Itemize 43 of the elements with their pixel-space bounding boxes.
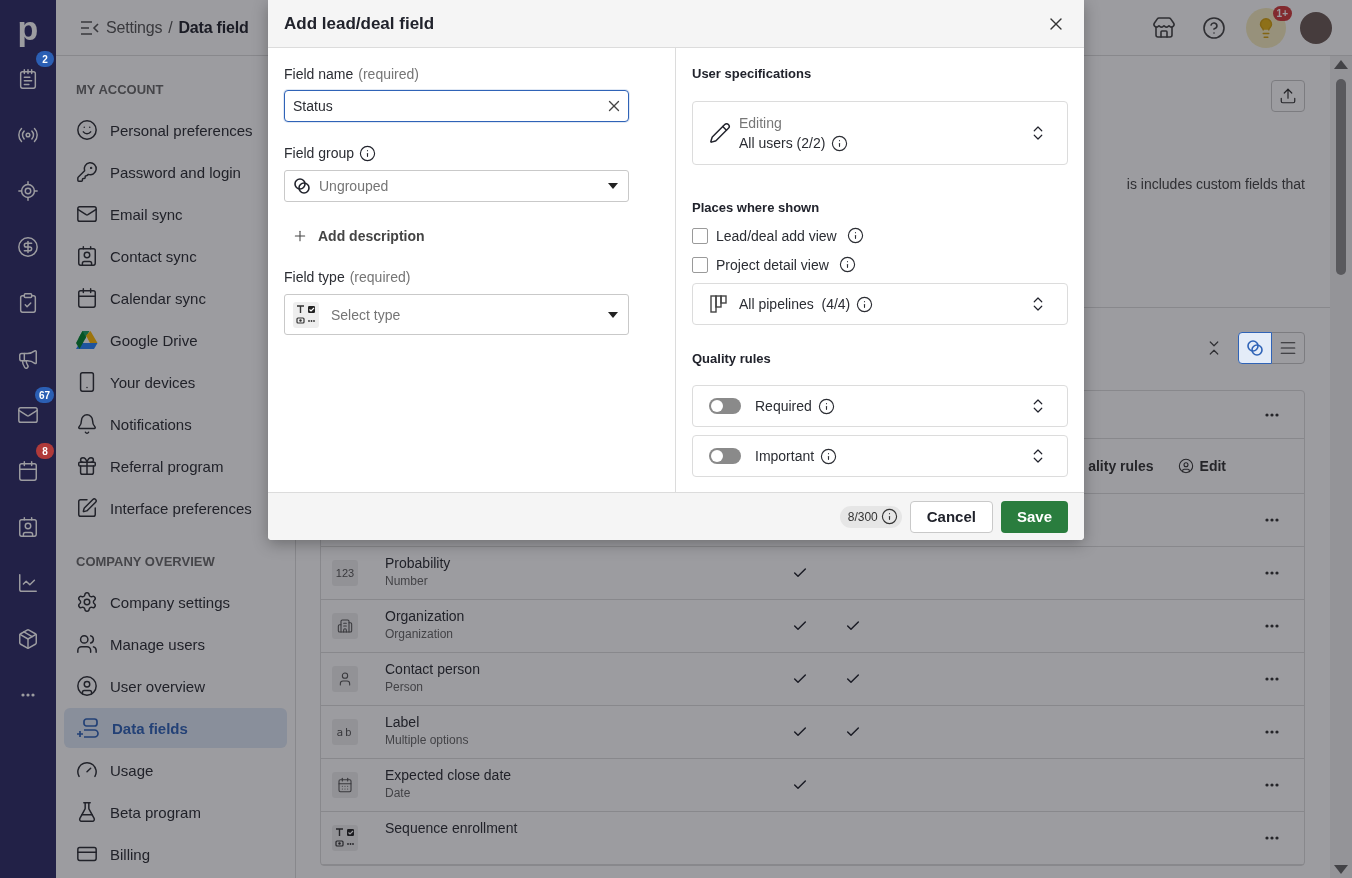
breadcrumb-text: / [168, 18, 173, 37]
column-header: Edit [1177, 458, 1226, 474]
description-text: is includes custom fields that [1126, 175, 1305, 194]
select-placeholder: Select type [331, 306, 402, 323]
field-name: Sequence enrollment [385, 820, 519, 836]
field-name: Probability [385, 555, 452, 571]
dialog-title: Add lead/deal field [284, 13, 435, 34]
required-hint: (required) [349, 269, 411, 285]
checkbox-label: Lead/deal add view [716, 227, 837, 244]
section-heading: User specifications [692, 65, 813, 83]
field-label: Field name [284, 66, 354, 82]
rule-label: Required [755, 398, 812, 414]
counter-text: 8/300 [847, 509, 878, 524]
field-type: Person [385, 680, 425, 694]
field-type: Date [385, 786, 412, 800]
count-badge: 2 [36, 51, 54, 67]
field-type: Number [385, 574, 429, 588]
field-name: Expected close date [385, 767, 513, 783]
count-badge: 67 [34, 387, 54, 403]
count-badge: 8 [36, 443, 54, 459]
field-label: Field group [284, 145, 355, 161]
select-caption: Editing [739, 114, 783, 131]
select-value: All pipelines (4/4) [739, 296, 851, 312]
field-label: Field type [284, 269, 345, 285]
section-heading: COMPANY OVERVIEW [75, 553, 216, 571]
required-hint: (required) [358, 66, 419, 82]
field-name: Contact person [385, 661, 481, 677]
field-name: Label [385, 714, 421, 730]
section-heading: MY ACCOUNT [75, 81, 165, 99]
field-name: Organization [385, 608, 466, 624]
number-type-icon: 123 [332, 560, 358, 586]
checkbox-label: Project detail view [716, 256, 829, 273]
select-value: All users (2/2) [739, 135, 826, 151]
field-type: Organization [385, 627, 455, 641]
notification-badge: 1+ [1272, 5, 1292, 21]
select-placeholder: Ungrouped [319, 178, 390, 194]
field-type: Multiple options [385, 733, 470, 747]
rule-label: Important [755, 448, 815, 464]
section-heading: Places where shown [692, 199, 821, 217]
section-heading: Quality rules [692, 350, 772, 368]
label-type-icon: ab [332, 719, 358, 745]
column-header: ality rules [1088, 458, 1154, 474]
breadcrumb-text: Data field [178, 18, 249, 37]
